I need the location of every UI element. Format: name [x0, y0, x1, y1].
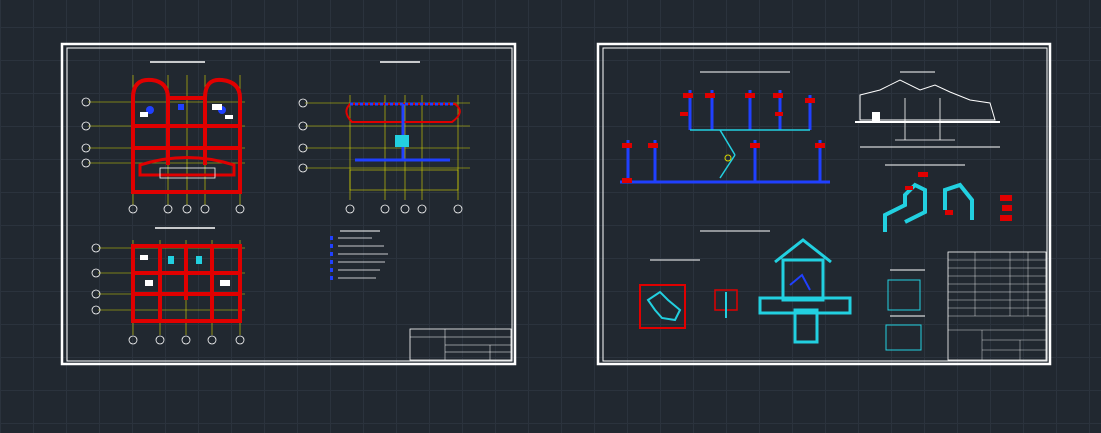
legend-rows [330, 236, 388, 280]
sections-table-grid [948, 252, 1046, 360]
title-block-frame [947, 251, 1047, 361]
detail-a-pipes [646, 290, 682, 322]
floor-plan-1[interactable] [81, 61, 245, 214]
sheet-1[interactable] [60, 42, 517, 366]
plan-top-right[interactable] [298, 61, 470, 214]
plan-2-foundation [349, 169, 459, 191]
riser-meter [724, 154, 732, 162]
title-block-frame [409, 328, 512, 361]
plan-2-axis-bubbles [298, 98, 463, 214]
pump-chamber-pipe [789, 273, 811, 291]
axonometric-pipes [883, 182, 974, 232]
pit-1-outline [887, 279, 921, 311]
detail-b [714, 289, 738, 318]
drawing-viewport[interactable] [0, 0, 1101, 433]
section-pipes [895, 98, 955, 141]
sheet-1-outer-frame [60, 42, 517, 366]
sheet-2[interactable] [596, 42, 1052, 366]
plan-1-axis-bubbles [81, 97, 245, 214]
pit-details[interactable] [885, 269, 925, 351]
detail-a-frame [639, 284, 686, 329]
section-fixture [872, 112, 880, 122]
riser-labels [622, 93, 825, 183]
sump-detail[interactable] [639, 230, 852, 344]
floor-plan-2[interactable] [91, 227, 245, 345]
sheet-2-title-block[interactable] [947, 251, 1047, 361]
riser-pipes [620, 90, 830, 184]
axonometric-scheme[interactable] [883, 164, 1012, 232]
sheet-1-title-block[interactable] [409, 328, 512, 361]
title-block-lines [410, 329, 511, 360]
plan-2-axes [305, 95, 470, 200]
pump-chamber [758, 238, 852, 344]
section-roof-outline [859, 79, 996, 121]
riser-connections [690, 129, 810, 179]
section-view[interactable] [855, 71, 1000, 148]
cad-model-space[interactable] [0, 0, 1101, 433]
pit-2-outline [885, 324, 922, 351]
legend[interactable] [330, 230, 388, 280]
riser-scheme[interactable] [620, 71, 830, 184]
plan-2-fitting [395, 135, 409, 147]
